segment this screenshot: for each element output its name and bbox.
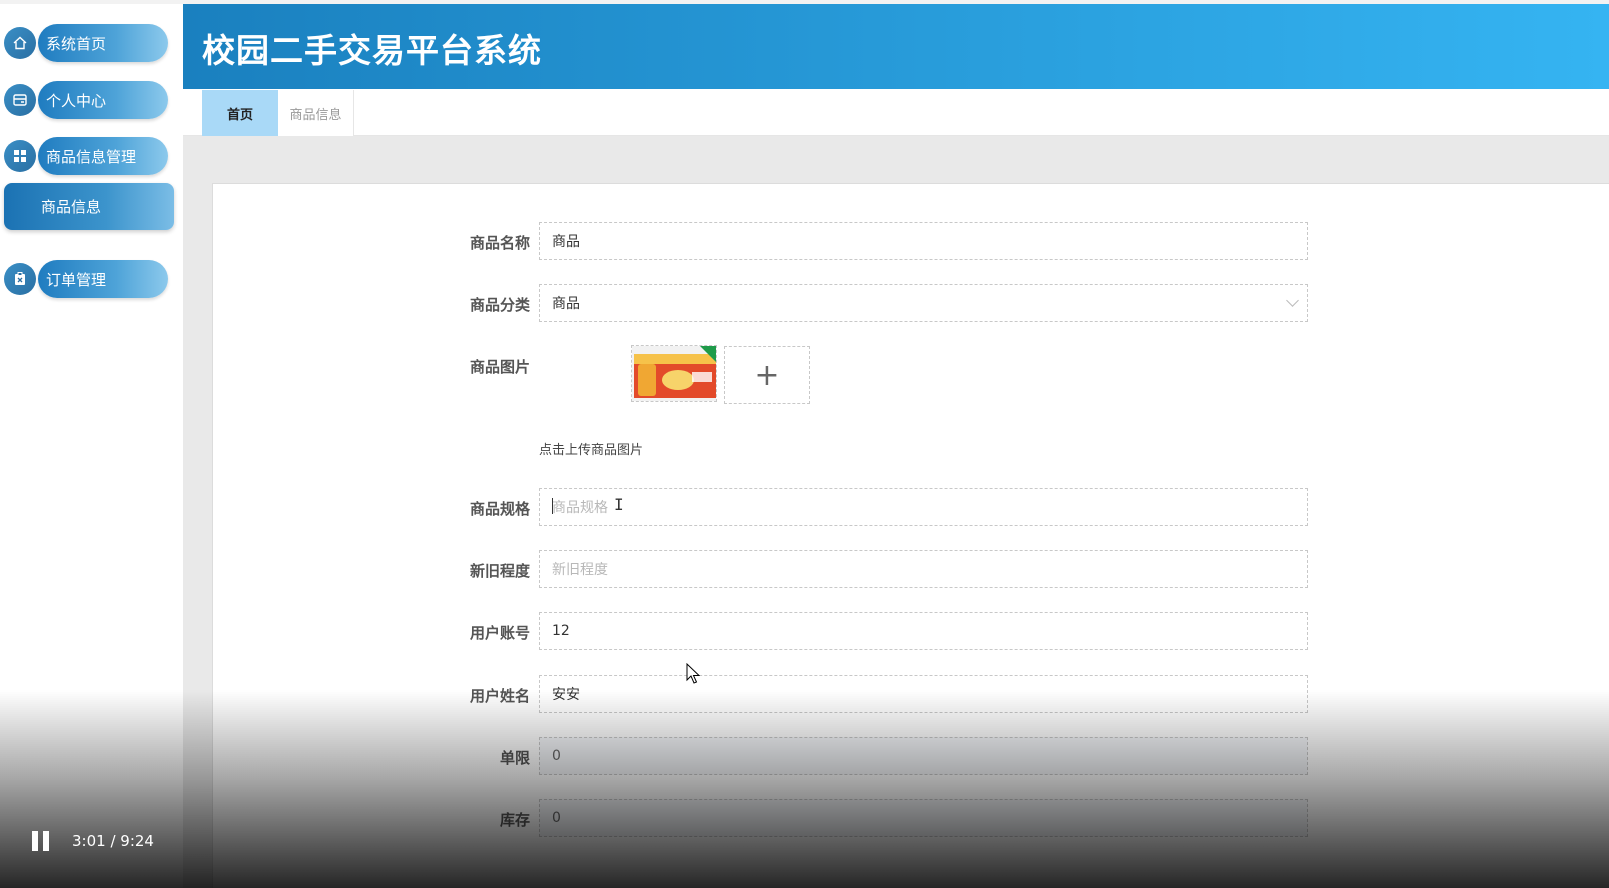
tab-home[interactable]: 首页 [202, 90, 278, 136]
label-limit: 单限 [499, 749, 530, 767]
condition-input[interactable]: 新旧程度 [539, 550, 1308, 588]
sidebar-item-orders[interactable]: 订单管理 [4, 260, 168, 298]
stock-input[interactable]: 0 [539, 799, 1308, 837]
clipboard-icon [4, 263, 36, 295]
sidebar: 系统首页 个人中心 商品信息管理 商品信息 订单管理 [0, 4, 183, 888]
user-name-input[interactable]: 安安 [539, 675, 1308, 713]
sidebar-item-label: 个人中心 [38, 81, 168, 119]
profile-card-icon [4, 84, 36, 116]
mouse-pointer-icon [686, 662, 701, 689]
sidebar-subitem-goods-info[interactable]: 商品信息 [4, 183, 174, 230]
pause-icon [32, 831, 38, 851]
label-stock: 库存 [499, 811, 530, 829]
label-condition: 新旧程度 [469, 562, 530, 580]
grid-icon [4, 140, 36, 172]
sidebar-item-label: 订单管理 [38, 260, 168, 298]
app-header: 校园二手交易平台系统 [183, 4, 1609, 89]
pause-button[interactable] [32, 831, 50, 851]
label-goods-image: 商品图片 [469, 358, 530, 376]
label-user-account: 用户账号 [469, 624, 530, 642]
label-user-name: 用户姓名 [469, 687, 530, 705]
goods-photo-image [632, 346, 716, 401]
label-goods-name: 商品名称 [469, 234, 530, 252]
sidebar-item-label: 系统首页 [38, 24, 168, 62]
tab-goods-info[interactable]: 商品信息 [278, 90, 354, 136]
goods-category-select[interactable]: 商品 [539, 284, 1308, 322]
ibeam-cursor-icon: I [614, 495, 624, 514]
chevron-down-icon [1286, 294, 1299, 307]
app-title: 校园二手交易平台系统 [202, 31, 542, 70]
user-account-input[interactable]: 12 [539, 612, 1308, 650]
sidebar-item-home[interactable]: 系统首页 [4, 24, 168, 62]
text-caret [552, 498, 553, 514]
home-icon [4, 27, 36, 59]
sidebar-item-label: 商品信息管理 [38, 137, 168, 175]
limit-input[interactable]: 0 [539, 737, 1308, 775]
tab-bar: 首页 商品信息 [183, 89, 1609, 136]
goods-image-thumbnail[interactable] [631, 345, 717, 402]
label-goods-spec: 商品规格 [469, 500, 530, 518]
sidebar-item-goods-management[interactable]: 商品信息管理 [4, 137, 168, 175]
label-goods-category: 商品分类 [469, 296, 530, 314]
add-image-button[interactable]: + [724, 346, 810, 404]
goods-spec-input[interactable]: 商品规格 [539, 488, 1308, 526]
video-time: 3:01 / 9:24 [72, 832, 154, 850]
upload-hint: 点击上传商品图片 [539, 443, 644, 458]
goods-name-input[interactable]: 商品 [539, 222, 1308, 260]
sidebar-item-profile[interactable]: 个人中心 [4, 81, 168, 119]
